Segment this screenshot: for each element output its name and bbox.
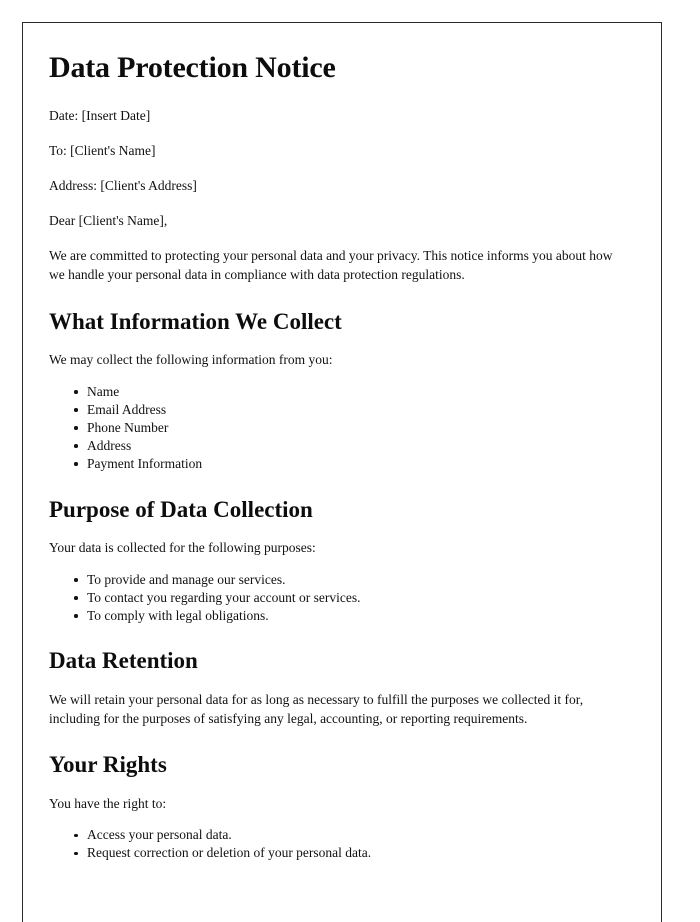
- section-heading-your-rights: Your Rights: [49, 752, 167, 778]
- document-body: Data Protection Notice Date: [Insert Dat…: [23, 23, 661, 862]
- section-heading-what-information-we-collect: What Information We Collect: [49, 308, 342, 334]
- bullet-list-collected-information: Name Email Address Phone Number Address …: [49, 383, 625, 473]
- list-item: Request correction or deletion of your p…: [74, 844, 625, 862]
- list-item: Email Address: [74, 401, 625, 419]
- list-item: Payment Information: [74, 455, 625, 473]
- list-item: To provide and manage our services.: [74, 571, 625, 589]
- section-lead-in-what-information-we-collect: We may collect the following information…: [49, 352, 333, 368]
- list-item: Phone Number: [74, 419, 625, 437]
- bullet-list-your-rights: Access your personal data. Request corre…: [49, 826, 625, 862]
- meta-line-recipient: To: [Client's Name]: [49, 142, 156, 158]
- section-lead-in-purpose-of-data-collection: Your data is collected for the following…: [49, 539, 316, 555]
- list-item: Address: [74, 437, 625, 455]
- section-lead-in-your-rights: You have the right to:: [49, 795, 167, 811]
- salutation: Dear [Client's Name],: [49, 213, 168, 229]
- meta-line-address: Address: [Client's Address]: [49, 178, 197, 194]
- intro-paragraph: We are committed to protecting your pers…: [49, 248, 613, 283]
- list-item: Name: [74, 383, 625, 401]
- section-paragraph-data-retention: We will retain your personal data for as…: [49, 691, 584, 726]
- document-page: Data Protection Notice Date: [Insert Dat…: [22, 22, 662, 922]
- section-heading-purpose-of-data-collection: Purpose of Data Collection: [49, 496, 313, 522]
- list-item: To comply with legal obligations.: [74, 607, 625, 625]
- meta-line-date: Date: [Insert Date]: [49, 107, 151, 123]
- page-title: Data Protection Notice: [49, 51, 336, 84]
- list-item: Access your personal data.: [74, 826, 625, 844]
- bullet-list-data-collection-purposes: To provide and manage our services. To c…: [49, 571, 625, 625]
- section-heading-data-retention: Data Retention: [49, 648, 198, 674]
- list-item: To contact you regarding your account or…: [74, 589, 625, 607]
